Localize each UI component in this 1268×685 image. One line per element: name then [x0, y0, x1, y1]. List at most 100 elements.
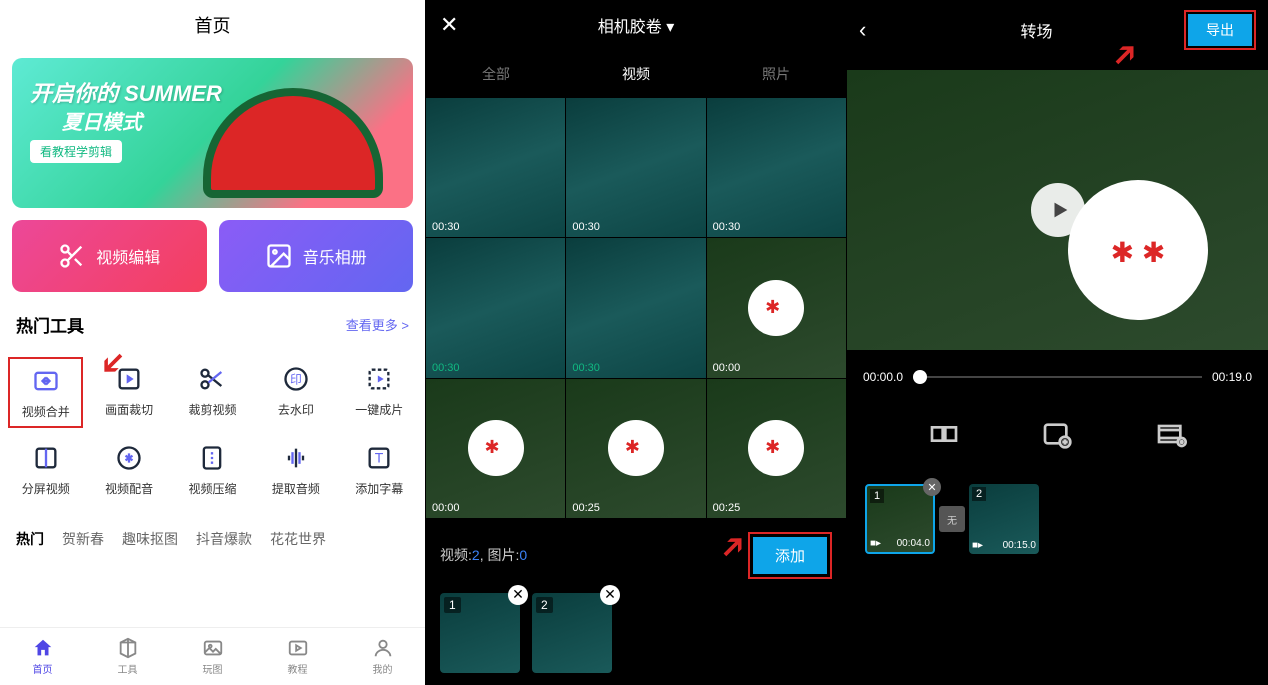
- nav-play[interactable]: 玩图: [170, 628, 255, 685]
- tab-newyear[interactable]: 贺新春: [62, 529, 104, 549]
- media-item[interactable]: 00:25: [566, 379, 705, 518]
- category-tabs: 热门 贺新春 趣味抠图 抖音爆款 花花世界: [0, 521, 425, 557]
- tool-video-merge[interactable]: 视频合并: [8, 357, 83, 428]
- time-total: 00:19.0: [1212, 370, 1252, 384]
- mic-icon: [113, 442, 145, 474]
- add-media-icon[interactable]: [1037, 414, 1077, 454]
- video-icon: [287, 637, 309, 659]
- scrubber-track[interactable]: [913, 376, 1202, 378]
- tool-watermark[interactable]: 印 去水印: [258, 357, 333, 428]
- seal-icon: 印: [280, 363, 312, 395]
- media-item[interactable]: 00:30: [566, 98, 705, 237]
- tools-section-title: 热门工具: [16, 312, 84, 337]
- tool-label: 视频合并: [22, 403, 70, 420]
- remove-icon[interactable]: ✕: [600, 585, 620, 605]
- play-icon: [1049, 199, 1071, 221]
- tool-label: 视频压缩: [188, 480, 236, 497]
- video-edit-card[interactable]: 视频编辑: [12, 220, 207, 292]
- play-button[interactable]: [1031, 183, 1085, 237]
- add-button[interactable]: 添加: [753, 537, 827, 574]
- tool-label: 分屏视频: [22, 480, 70, 497]
- video-badge-icon: ■▸: [870, 538, 881, 549]
- tool-label: 提取音频: [272, 480, 320, 497]
- tab-hot[interactable]: 热门: [16, 529, 44, 549]
- page-title: 首页: [0, 0, 425, 50]
- transition-screen: ‹ 转场 导出 00:00.0 00:19.0 1 ■▸ 00:04.0 ✕ 无…: [847, 0, 1268, 685]
- media-picker-screen: ✕ 相机胶卷 ▾ 全部 视频 照片 00:30 00:30 00:30 00:3…: [426, 0, 847, 685]
- media-item[interactable]: 00:30: [426, 98, 565, 237]
- screen-title: 转场: [889, 18, 1184, 42]
- selected-thumbs: 1✕ 2✕: [426, 593, 846, 673]
- video-preview[interactable]: [847, 70, 1268, 350]
- tool-label: 添加字幕: [355, 480, 403, 497]
- media-item[interactable]: 00:00: [707, 238, 846, 377]
- tool-label: 去水印: [278, 401, 314, 418]
- video-edit-label: 视频编辑: [96, 244, 160, 268]
- media-grid: 00:30 00:30 00:30 00:30 00:30 00:00 00:0…: [426, 98, 846, 518]
- export-button[interactable]: 导出: [1188, 14, 1252, 46]
- transition-slot[interactable]: 无: [939, 506, 965, 532]
- tools-grid: 视频合并 画面裁切 裁剪视频 印 去水印 一键成片 分屏视频 视频配音 视频压缩: [0, 345, 425, 515]
- tool-label: 裁剪视频: [188, 401, 236, 418]
- tool-compress[interactable]: 视频压缩: [175, 436, 250, 503]
- crop-icon: [113, 363, 145, 395]
- media-item[interactable]: 00:25: [707, 379, 846, 518]
- home-screen: 首页 开启你的 SUMMER 夏日模式 看教程学剪辑 视频编辑 音乐相册 热门工…: [0, 0, 426, 685]
- user-icon: [372, 637, 394, 659]
- image-icon: [265, 242, 293, 270]
- scissors-icon: [196, 363, 228, 395]
- transition-tool-icon[interactable]: [924, 414, 964, 454]
- close-button[interactable]: ✕: [440, 12, 470, 38]
- picture-icon: [202, 637, 224, 659]
- timeline[interactable]: 00:00.0 00:19.0: [847, 360, 1268, 394]
- media-item[interactable]: 00:00: [426, 379, 565, 518]
- export-highlight: 导出: [1184, 10, 1256, 50]
- time-current: 00:00.0: [863, 370, 903, 384]
- tab-video[interactable]: 视频: [566, 56, 706, 92]
- svg-text:印: 印: [290, 374, 302, 387]
- audio-icon: [280, 442, 312, 474]
- tab-cutout[interactable]: 趣味抠图: [122, 529, 178, 549]
- media-item[interactable]: 00:30: [426, 238, 565, 377]
- tab-all[interactable]: 全部: [426, 56, 566, 92]
- nav-home[interactable]: 首页: [0, 628, 85, 685]
- view-more-link[interactable]: 查看更多 >: [346, 315, 409, 334]
- tool-extract-audio[interactable]: 提取音频: [258, 436, 333, 503]
- music-album-card[interactable]: 音乐相册: [219, 220, 414, 292]
- tool-auto[interactable]: 一键成片: [342, 357, 417, 428]
- tool-split[interactable]: 分屏视频: [8, 436, 83, 503]
- auto-icon: [363, 363, 395, 395]
- summer-banner[interactable]: 开启你的 SUMMER 夏日模式 看教程学剪辑: [12, 58, 413, 208]
- clip-item[interactable]: 2 ■▸ 00:15.0: [969, 484, 1039, 554]
- back-button[interactable]: ‹: [859, 17, 889, 43]
- tab-flower[interactable]: 花花世界: [270, 529, 326, 549]
- tab-douyin[interactable]: 抖音爆款: [196, 529, 252, 549]
- add-button-highlight: 添加: [748, 532, 832, 579]
- nav-tools[interactable]: 工具: [85, 628, 170, 685]
- filmstrip-icon[interactable]: [1151, 414, 1191, 454]
- tool-label: 一键成片: [355, 401, 403, 418]
- nav-tutorial[interactable]: 教程: [255, 628, 340, 685]
- tool-trim[interactable]: 裁剪视频: [175, 357, 250, 428]
- svg-text:T: T: [375, 450, 384, 466]
- nav-me[interactable]: 我的: [340, 628, 425, 685]
- selected-thumb[interactable]: 2✕: [532, 593, 612, 673]
- album-title[interactable]: 相机胶卷 ▾: [470, 13, 802, 37]
- remove-icon[interactable]: ✕: [508, 585, 528, 605]
- selected-thumb[interactable]: 1✕: [440, 593, 520, 673]
- tool-dub[interactable]: 视频配音: [91, 436, 166, 503]
- media-item[interactable]: 00:30: [707, 98, 846, 237]
- scrubber-handle[interactable]: [913, 370, 927, 384]
- tab-photo[interactable]: 照片: [706, 56, 846, 92]
- tool-label: 画面裁切: [105, 401, 153, 418]
- split-icon: [30, 442, 62, 474]
- compress-icon: [196, 442, 228, 474]
- tool-subtitle[interactable]: T 添加字幕: [342, 436, 417, 503]
- clip-item[interactable]: 1 ■▸ 00:04.0 ✕: [865, 484, 935, 554]
- banner-tag: 看教程学剪辑: [30, 140, 122, 163]
- media-item[interactable]: 00:30: [566, 238, 705, 377]
- remove-clip-icon[interactable]: ✕: [923, 478, 941, 496]
- tool-crop[interactable]: 画面裁切: [91, 357, 166, 428]
- clip-timeline: 1 ■▸ 00:04.0 ✕ 无 2 ■▸ 00:15.0: [847, 474, 1268, 564]
- video-badge-icon: ■▸: [972, 540, 983, 551]
